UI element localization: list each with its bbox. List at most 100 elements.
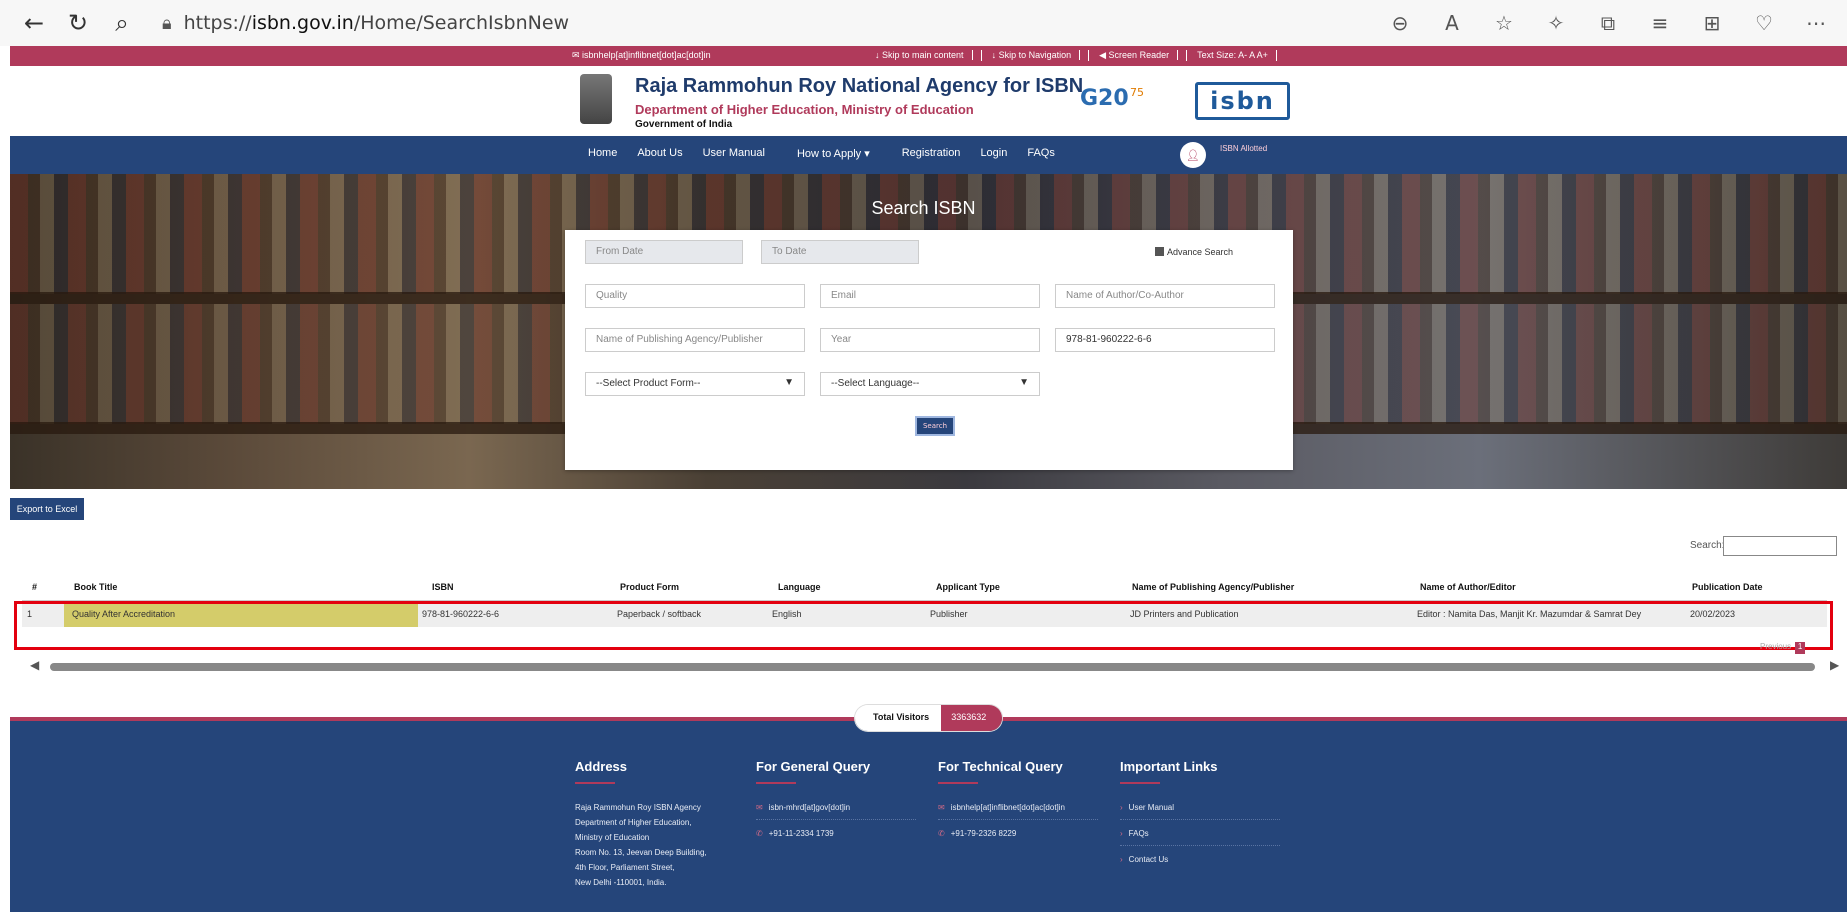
text-size-control[interactable]: Text Size: A- A A+ xyxy=(1197,50,1277,61)
search-form: From Date To Date Advance Search Quality… xyxy=(565,230,1293,470)
col-header-index[interactable]: # xyxy=(32,582,37,592)
isbn-logo[interactable]: isbn xyxy=(1195,82,1290,120)
org-department: Department of Higher Education, Ministry… xyxy=(635,102,974,117)
org-title: Raja Rammohun Roy National Agency for IS… xyxy=(635,75,1084,97)
site-footer: Address Raja Rammohun Roy ISBN Agency De… xyxy=(10,717,1847,912)
footer-divider xyxy=(575,782,615,784)
col-header-publisher[interactable]: Name of Publishing Agency/Publisher xyxy=(1132,582,1294,592)
footer-links-title: Important Links xyxy=(1120,759,1218,774)
address-bar[interactable]: 🔒︎ https://isbn.gov.in/Home/SearchIsbnNe… xyxy=(162,5,569,41)
collections-icon[interactable]: ⊞ xyxy=(1689,5,1735,41)
footer-divider xyxy=(756,782,796,784)
nav-how-to-apply[interactable]: How to Apply ▾ xyxy=(797,147,870,160)
author-input[interactable]: Name of Author/Co-Author xyxy=(1055,284,1275,308)
favorites-list-icon[interactable]: ≡ xyxy=(1637,5,1683,41)
visitor-label: Total Visitors xyxy=(855,705,942,731)
address-line: New Delhi -110001, India. xyxy=(575,878,667,887)
product-form-select[interactable]: --Select Product Form-- ▼ xyxy=(585,372,805,396)
footer-general-query: For General Query ✉ isbn-mhrd[at]gov[dot]… xyxy=(756,759,916,841)
favorite-star-icon[interactable]: ☆ xyxy=(1481,5,1527,41)
read-aloud-icon[interactable]: A xyxy=(1429,5,1475,41)
browser-essentials-icon[interactable]: ♡ xyxy=(1741,5,1787,41)
address-line: 4th Floor, Parliament Street, xyxy=(575,863,675,872)
pagination-page[interactable]: 1 xyxy=(1795,642,1806,654)
isbn-input[interactable]: 978-81-960222-6-6 xyxy=(1055,328,1275,352)
main-navigation: Home About Us User Manual How to Apply ▾… xyxy=(10,136,1847,174)
col-header-product-form[interactable]: Product Form xyxy=(620,582,679,592)
technical-phone: ✆ +91-79-2326 8229 xyxy=(938,829,1017,838)
footer-link-faqs[interactable]: › FAQs xyxy=(1120,826,1280,846)
nav-login[interactable]: Login xyxy=(980,147,1007,160)
col-header-applicant-type[interactable]: Applicant Type xyxy=(936,582,1000,592)
footer-technical-title: For Technical Query xyxy=(938,759,1063,774)
address-line: Ministry of Education xyxy=(575,833,650,842)
phone-icon: ✆ xyxy=(938,829,945,838)
address-line: Department of Higher Education, xyxy=(575,818,692,827)
envelope-icon: ✉ xyxy=(938,803,945,812)
book-title-input[interactable]: Quality xyxy=(585,284,805,308)
chevron-right-icon: › xyxy=(1120,855,1123,864)
scroll-right-arrow-icon[interactable]: ▶ xyxy=(1830,658,1839,672)
scrollbar-thumb[interactable] xyxy=(50,663,1815,671)
col-header-isbn[interactable]: ISBN xyxy=(432,582,454,592)
footer-general-title: For General Query xyxy=(756,759,871,774)
more-menu-icon[interactable]: ⋯ xyxy=(1793,5,1839,41)
nav-user-manual[interactable]: User Manual xyxy=(703,147,765,160)
from-date-input[interactable]: From Date xyxy=(585,240,743,264)
screen-reader-link[interactable]: ◀ Screen Reader xyxy=(1099,50,1188,61)
nav-home[interactable]: Home xyxy=(588,147,617,160)
nav-about-us[interactable]: About Us xyxy=(637,147,682,160)
search-button[interactable]: Search xyxy=(915,416,955,436)
utility-bar: ✉ isbnhelp[at]inflibnet[dot]ac[dot]in ↓ … xyxy=(10,46,1847,66)
col-header-book-title[interactable]: Book Title xyxy=(74,582,117,592)
pagination-previous[interactable]: Previous xyxy=(1760,642,1791,651)
pagination: Previous 1 xyxy=(1760,642,1806,654)
isbn-allotted-label: ISBN Allotted xyxy=(1220,144,1268,153)
export-excel-button[interactable]: Export to Excel xyxy=(10,498,84,520)
org-government: Government of India xyxy=(635,119,733,130)
email-input[interactable]: Email xyxy=(820,284,1040,308)
footer-important-links: Important Links › User Manual › FAQs › Cont… xyxy=(1120,759,1280,867)
footer-link-contact-us[interactable]: › Contact Us xyxy=(1120,852,1280,867)
browser-toolbar: ← ↻ ⌕ 🔒︎ https://isbn.gov.in/Home/Search… xyxy=(0,0,1847,46)
technical-email-link[interactable]: ✉ isbnhelp[at]inflibnet[dot]ac[dot]in xyxy=(938,800,1098,820)
chevron-down-icon: ▼ xyxy=(784,377,794,388)
user-avatar-icon[interactable]: 👤︎ xyxy=(1180,142,1206,168)
year-input[interactable]: Year xyxy=(820,328,1040,352)
col-header-author[interactable]: Name of Author/Editor xyxy=(1420,582,1516,592)
help-email-link[interactable]: ✉ isbnhelp[at]inflibnet[dot]ac[dot]in xyxy=(572,50,711,61)
refresh-icon[interactable]: ↻ xyxy=(56,5,100,41)
visitor-counter: Total Visitors 3363632 xyxy=(855,705,1003,731)
table-search-input[interactable] xyxy=(1723,536,1837,556)
publisher-input[interactable]: Name of Publishing Agency/Publisher xyxy=(585,328,805,352)
annotation-highlight-box xyxy=(14,601,1833,650)
general-phone: ✆ +91-11-2334 1739 xyxy=(756,829,834,838)
language-select[interactable]: --Select Language-- ▼ xyxy=(820,372,1040,396)
back-arrow-icon[interactable]: ← xyxy=(12,5,56,41)
skip-nav-link[interactable]: ↓ Skip to Navigation xyxy=(992,50,1090,61)
split-screen-icon[interactable]: ⧉ xyxy=(1585,5,1631,41)
scroll-left-arrow-icon[interactable]: ◀ xyxy=(30,658,39,672)
chevron-down-icon: ▼ xyxy=(1019,377,1029,388)
advance-search-checkbox[interactable]: Advance Search xyxy=(1155,247,1233,257)
nav-registration[interactable]: Registration xyxy=(902,147,961,160)
to-date-input[interactable]: To Date xyxy=(761,240,919,264)
footer-link-user-manual[interactable]: › User Manual xyxy=(1120,800,1280,820)
chevron-right-icon: › xyxy=(1120,803,1123,812)
horizontal-scrollbar[interactable]: ◀ ▶ xyxy=(30,658,1840,673)
search-icon[interactable]: ⌕ xyxy=(100,5,144,41)
footer-divider xyxy=(938,782,978,784)
footer-address: Address Raja Rammohun Roy ISBN Agency De… xyxy=(575,759,707,890)
azadi-amrit-mahotsav-logo: 75 xyxy=(1130,86,1144,99)
col-header-publication-date[interactable]: Publication Date xyxy=(1692,582,1763,592)
col-header-language[interactable]: Language xyxy=(778,582,821,592)
general-email-link[interactable]: ✉ isbn-mhrd[at]gov[dot]in xyxy=(756,800,916,820)
address-line: Room No. 13, Jeevan Deep Building, xyxy=(575,848,707,857)
skip-main-link[interactable]: ↓ Skip to main content xyxy=(875,50,982,61)
extensions-icon[interactable]: ✧ xyxy=(1533,5,1579,41)
nav-faqs[interactable]: FAQs xyxy=(1027,147,1055,160)
zoom-icon[interactable]: ⊖ xyxy=(1377,5,1423,41)
visitor-count: 3363632 xyxy=(941,705,1003,731)
chevron-right-icon: › xyxy=(1120,829,1123,838)
table-header: # Book Title ISBN Product Form Language … xyxy=(22,573,1827,601)
